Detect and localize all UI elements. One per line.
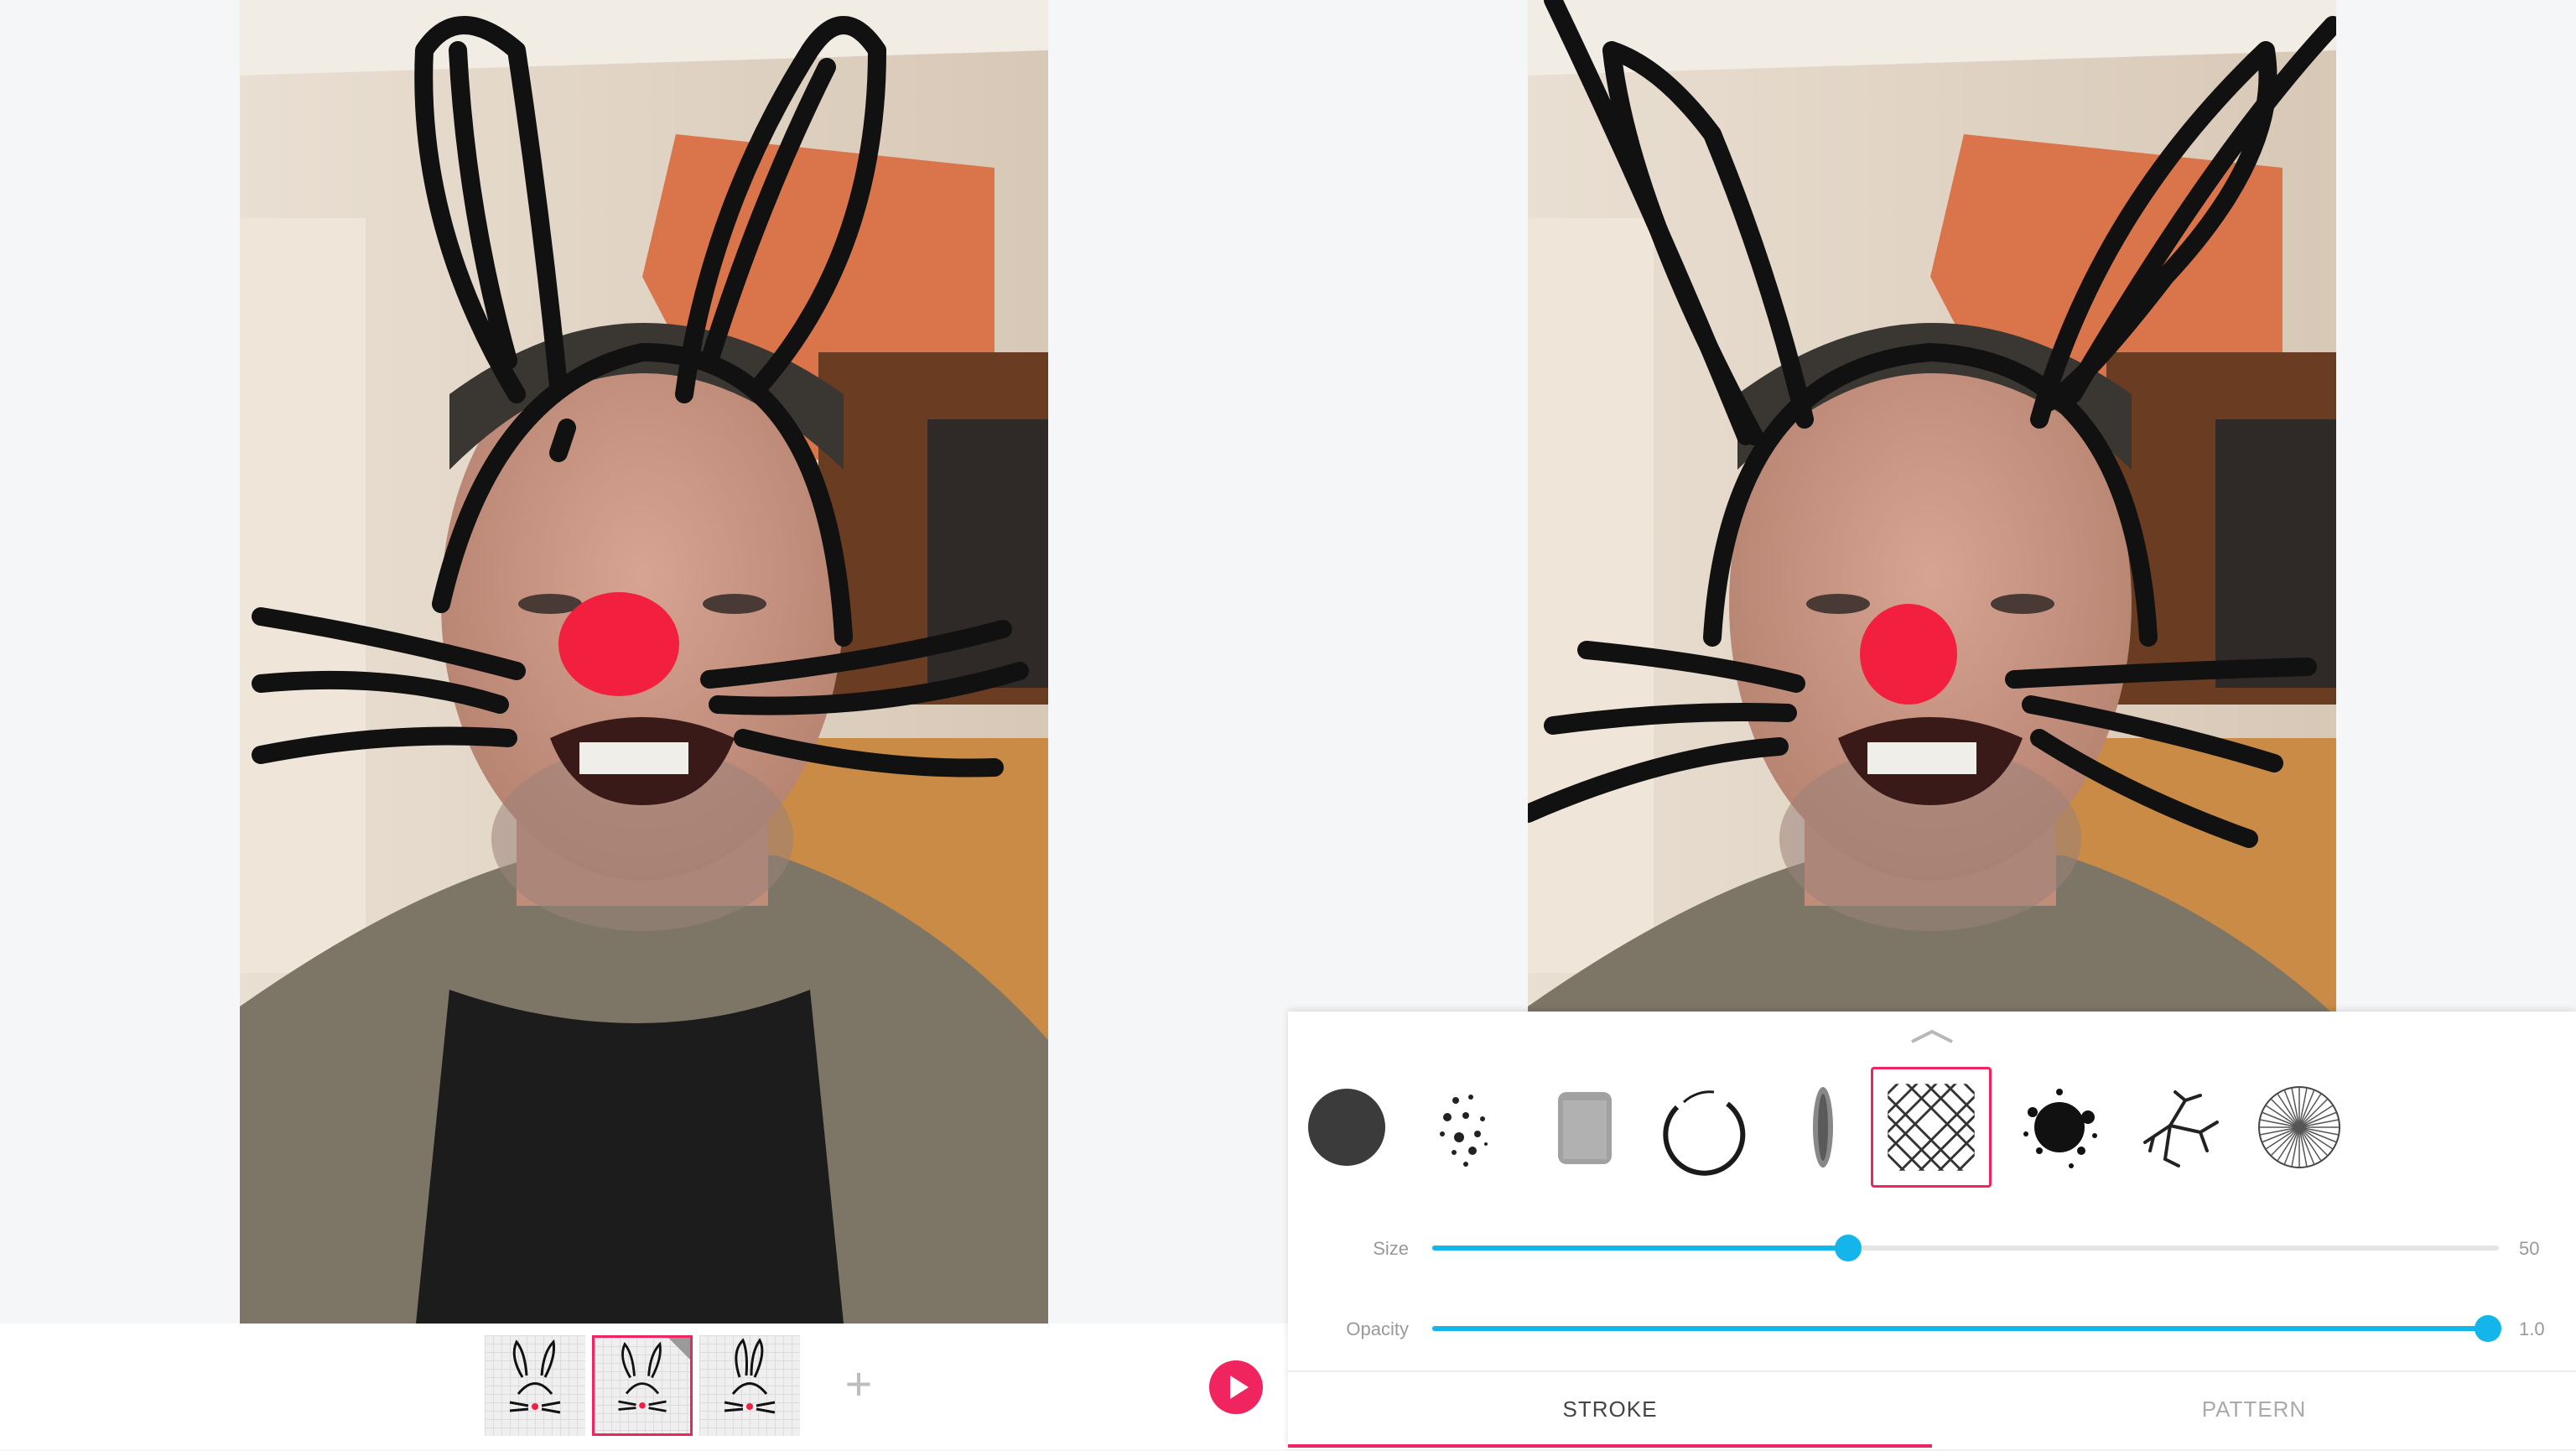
selected-corner-marker xyxy=(668,1338,690,1360)
frame-thumbnail-3[interactable] xyxy=(699,1335,800,1436)
drawing-canvas-left[interactable] xyxy=(240,0,1048,1324)
crack-brush-icon xyxy=(2143,1090,2219,1168)
add-frame-button[interactable]: + xyxy=(839,1360,879,1411)
bunny-doodle-photo-right xyxy=(1528,0,2336,1017)
brush-airbrush[interactable] xyxy=(1763,1067,1883,1188)
brush-radial-lines[interactable] xyxy=(2239,1067,2360,1188)
airbrush-icon xyxy=(1813,1087,1833,1168)
opacity-slider-knob[interactable] xyxy=(2475,1315,2502,1342)
brush-panel: Size 50 Opacity 1.0 STROKE PATTERN xyxy=(1288,1012,2576,1449)
size-slider-fill xyxy=(1432,1246,1849,1251)
opacity-slider-row: Opacity 1.0 xyxy=(1288,1305,2576,1355)
opacity-label: Opacity xyxy=(1346,1318,1409,1339)
size-slider[interactable] xyxy=(1432,1235,2499,1261)
brush-chalk[interactable] xyxy=(1524,1067,1645,1188)
crosshatch-brush-icon xyxy=(1888,1084,1975,1171)
solid-round-brush-icon xyxy=(1308,1089,1385,1166)
size-slider-row: Size 50 xyxy=(1288,1225,2576,1275)
right-editor-pane: Size 50 Opacity 1.0 STROKE PATTERN xyxy=(1288,0,2576,1449)
active-tab-indicator xyxy=(1288,1444,1932,1448)
opacity-slider-fill xyxy=(1432,1326,2489,1331)
tab-bar: STROKE PATTERN xyxy=(1288,1370,2576,1451)
radial-lines-brush-icon xyxy=(2258,1086,2340,1168)
size-slider-knob[interactable] xyxy=(1835,1235,1862,1261)
opacity-slider[interactable] xyxy=(1432,1315,2502,1342)
chevron-up-icon[interactable] xyxy=(1909,1027,1955,1047)
brush-dots[interactable] xyxy=(1405,1067,1526,1188)
tab-stroke[interactable]: STROKE xyxy=(1288,1372,1932,1451)
splatter-brush-icon xyxy=(2023,1089,2097,1168)
drawing-canvas-right[interactable] xyxy=(1528,0,2336,1017)
brush-splatter[interactable] xyxy=(2001,1067,2122,1188)
chalk-brush-icon xyxy=(1558,1092,1612,1164)
brush-crack[interactable] xyxy=(2120,1067,2241,1188)
size-max-value: 50 xyxy=(2519,1238,2540,1259)
bunny-face-thumbnail-icon xyxy=(509,1339,561,1414)
size-label: Size xyxy=(1373,1238,1409,1259)
brush-solid-round[interactable] xyxy=(1286,1067,1407,1188)
dots-brush-icon xyxy=(1440,1095,1488,1167)
play-icon[interactable] xyxy=(1209,1360,1263,1414)
bunny-doodle-photo-left xyxy=(240,0,1048,1324)
frame-strip: + xyxy=(0,1324,1288,1449)
brush-crosshatch[interactable] xyxy=(1871,1067,1992,1188)
opacity-max-value: 1.0 xyxy=(2519,1318,2545,1339)
frame-thumbnail-1[interactable] xyxy=(485,1335,585,1436)
left-editor-pane: + xyxy=(0,0,1288,1449)
bunny-face-thumbnail-icon xyxy=(724,1338,776,1414)
ring-brush-icon xyxy=(1663,1090,1746,1176)
brush-ring[interactable] xyxy=(1644,1067,1764,1188)
tab-pattern[interactable]: PATTERN xyxy=(1932,1372,2576,1451)
frame-thumbnail-2[interactable] xyxy=(592,1335,693,1436)
